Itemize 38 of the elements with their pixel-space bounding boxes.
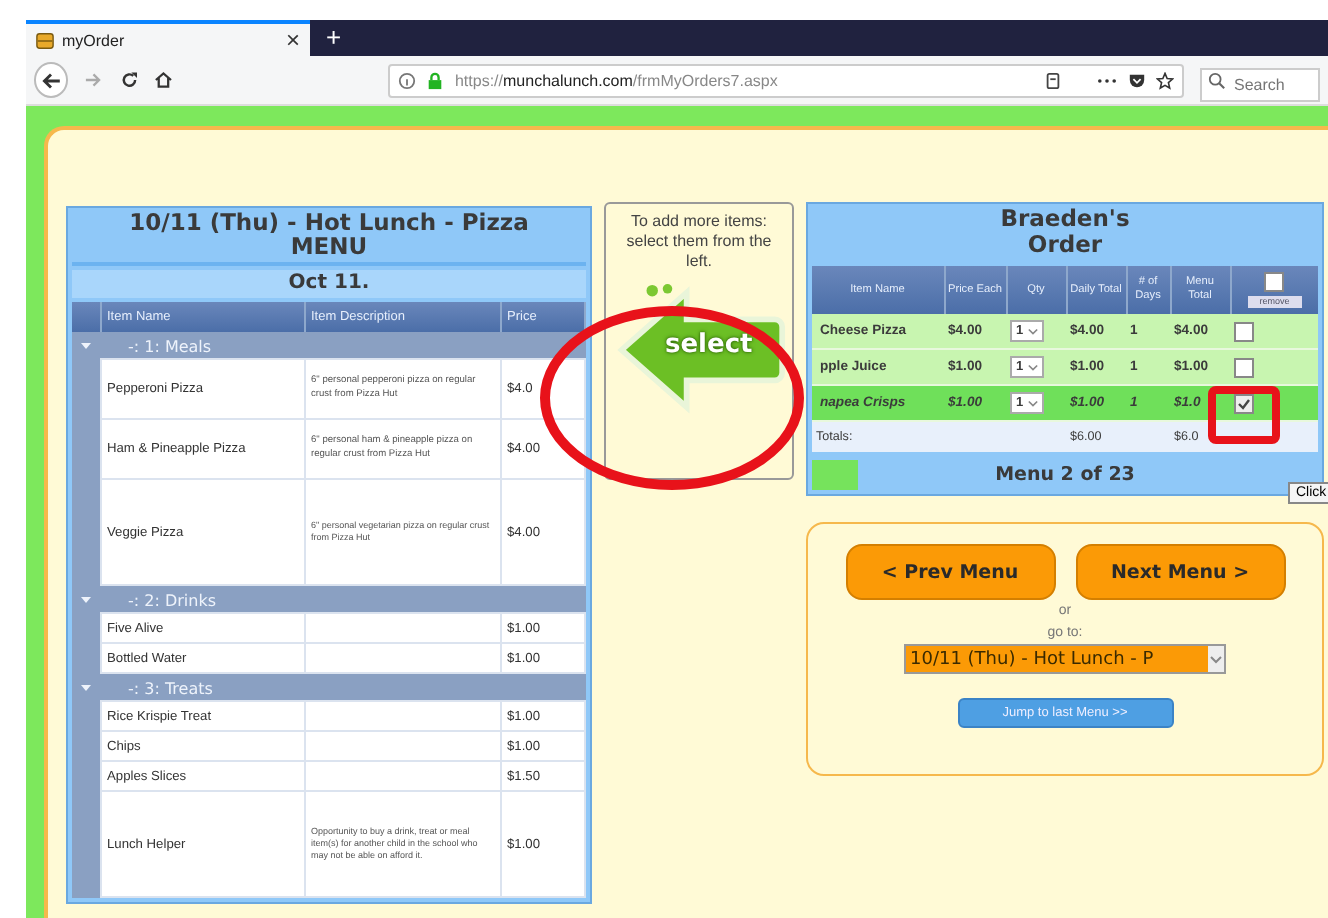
- new-tab-button[interactable]: +: [310, 20, 358, 56]
- lock-icon: [426, 71, 445, 89]
- reload-icon[interactable]: [119, 70, 139, 90]
- star-icon[interactable]: [1156, 71, 1174, 89]
- info-icon: [398, 71, 417, 89]
- menu-title: 10/11 (Thu) - Hot Lunch - Pizza MENU: [72, 208, 586, 266]
- shield-icon[interactable]: [1128, 71, 1146, 89]
- expand-toggle-icon[interactable]: [80, 681, 92, 693]
- progress-label: Menu 2 of 23: [995, 464, 1135, 486]
- prev-menu-button[interactable]: < Prev Menu: [845, 544, 1055, 600]
- browser-tab[interactable]: myOrder ×: [26, 20, 310, 56]
- menu-dropdown[interactable]: 10/11 (Thu) - Hot Lunch - P: [904, 644, 1226, 674]
- url-text: https://munchalunch.com/frmMyOrders7.aspx: [454, 71, 778, 89]
- home-icon[interactable]: [154, 70, 173, 90]
- menu-date: Oct 11.: [72, 270, 586, 298]
- expand-toggle-icon[interactable]: [80, 593, 92, 605]
- search-field[interactable]: Search: [1200, 67, 1320, 101]
- address-bar[interactable]: https://munchalunch.com/frmMyOrders7.aspx: [388, 63, 1184, 97]
- chevron-down-icon: [1027, 327, 1038, 335]
- lunchbox-icon: [36, 31, 54, 49]
- expand-toggle-icon[interactable]: [80, 339, 92, 352]
- back-button[interactable]: [34, 62, 69, 98]
- annotation-rectangle: [1208, 386, 1280, 444]
- select-all-checkbox[interactable]: [1264, 272, 1285, 292]
- remove-checkbox[interactable]: [1234, 393, 1254, 413]
- chevron-down-icon: [1027, 363, 1038, 371]
- hint-text: To add more items: select them from the left.: [624, 212, 774, 272]
- tab-title: myOrder: [62, 31, 127, 49]
- close-tab-button[interactable]: ×: [285, 26, 300, 54]
- remove-checkbox[interactable]: [1234, 321, 1254, 341]
- reader-view-icon[interactable]: [1044, 71, 1062, 89]
- search-icon: [1208, 71, 1226, 89]
- chevron-down-icon: [1208, 646, 1224, 672]
- remove-checkbox[interactable]: [1234, 357, 1254, 377]
- next-menu-button[interactable]: Next Menu >: [1075, 544, 1285, 600]
- back-arrow-icon: [40, 69, 63, 91]
- chevron-down-icon: [1027, 399, 1038, 407]
- order-title: Braeden's Order: [998, 204, 1132, 262]
